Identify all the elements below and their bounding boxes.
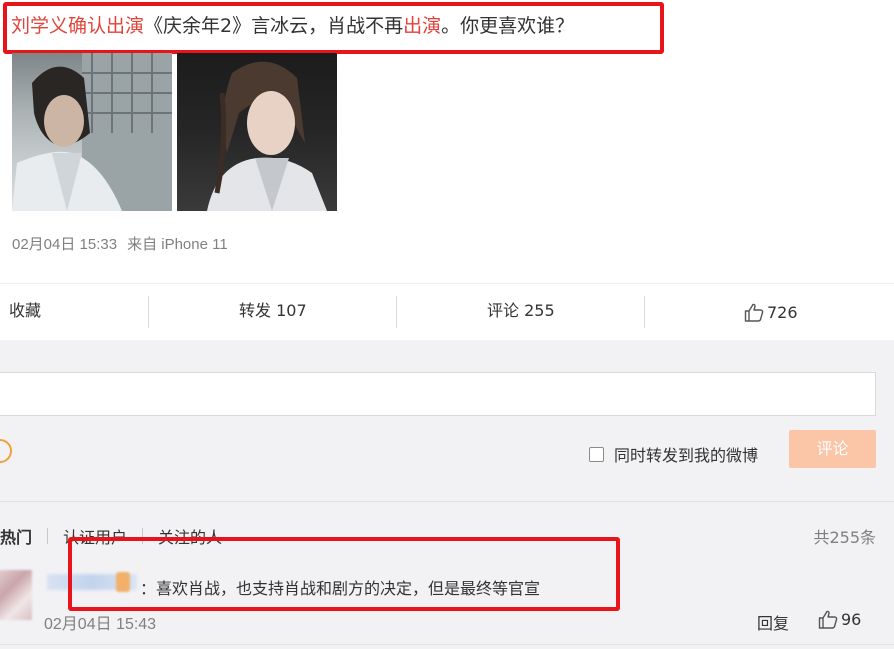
avatar[interactable]: [0, 570, 32, 620]
comment-input[interactable]: [0, 372, 876, 416]
post-meta: 02月04日 15:33 来自 iPhone 11: [12, 233, 228, 254]
emoji-icon[interactable]: [0, 439, 12, 463]
divider: [644, 296, 645, 328]
repost-checkbox-label: 同时转发到我的微博: [614, 446, 759, 465]
like-button[interactable]: 726: [744, 284, 798, 341]
portrait-2-graphic: [207, 61, 327, 211]
post-date[interactable]: 02月04日 15:33: [12, 236, 117, 253]
comment-time: 02月04日 15:43: [44, 616, 157, 633]
post-image-2[interactable]: [177, 53, 337, 211]
section-divider: [0, 644, 894, 645]
section-divider: [0, 501, 894, 502]
comment-like-button[interactable]: 96: [818, 610, 861, 629]
tab-divider: [47, 528, 49, 544]
annotation-box-comment: [68, 537, 620, 611]
annotation-box-title: [3, 2, 664, 54]
repost-button[interactable]: 转发 107: [239, 284, 307, 341]
comment-button[interactable]: 评论 255: [487, 284, 555, 341]
repost-checkbox[interactable]: [589, 446, 604, 462]
post-source: 来自 iPhone 11: [127, 236, 228, 253]
thumbs-up-icon: [818, 610, 838, 629]
favorite-button[interactable]: 收藏: [9, 284, 41, 341]
divider: [396, 296, 397, 328]
like-count: 726: [767, 302, 798, 322]
comment-total: 共255条: [813, 528, 876, 547]
comment-like-count: 96: [841, 610, 862, 629]
portrait-1-graphic: [12, 53, 172, 211]
divider: [148, 296, 149, 328]
repost-to-weibo-option[interactable]: 同时转发到我的微博: [589, 442, 758, 466]
post-action-bar: 收藏 转发 107 评论 255 726: [0, 283, 894, 341]
submit-comment-button[interactable]: 评论: [789, 430, 876, 468]
reply-button[interactable]: 回复: [757, 610, 789, 634]
post-image-1[interactable]: [12, 53, 172, 211]
tab-hot[interactable]: 热门: [0, 524, 32, 548]
thumbs-up-icon: [744, 303, 764, 322]
